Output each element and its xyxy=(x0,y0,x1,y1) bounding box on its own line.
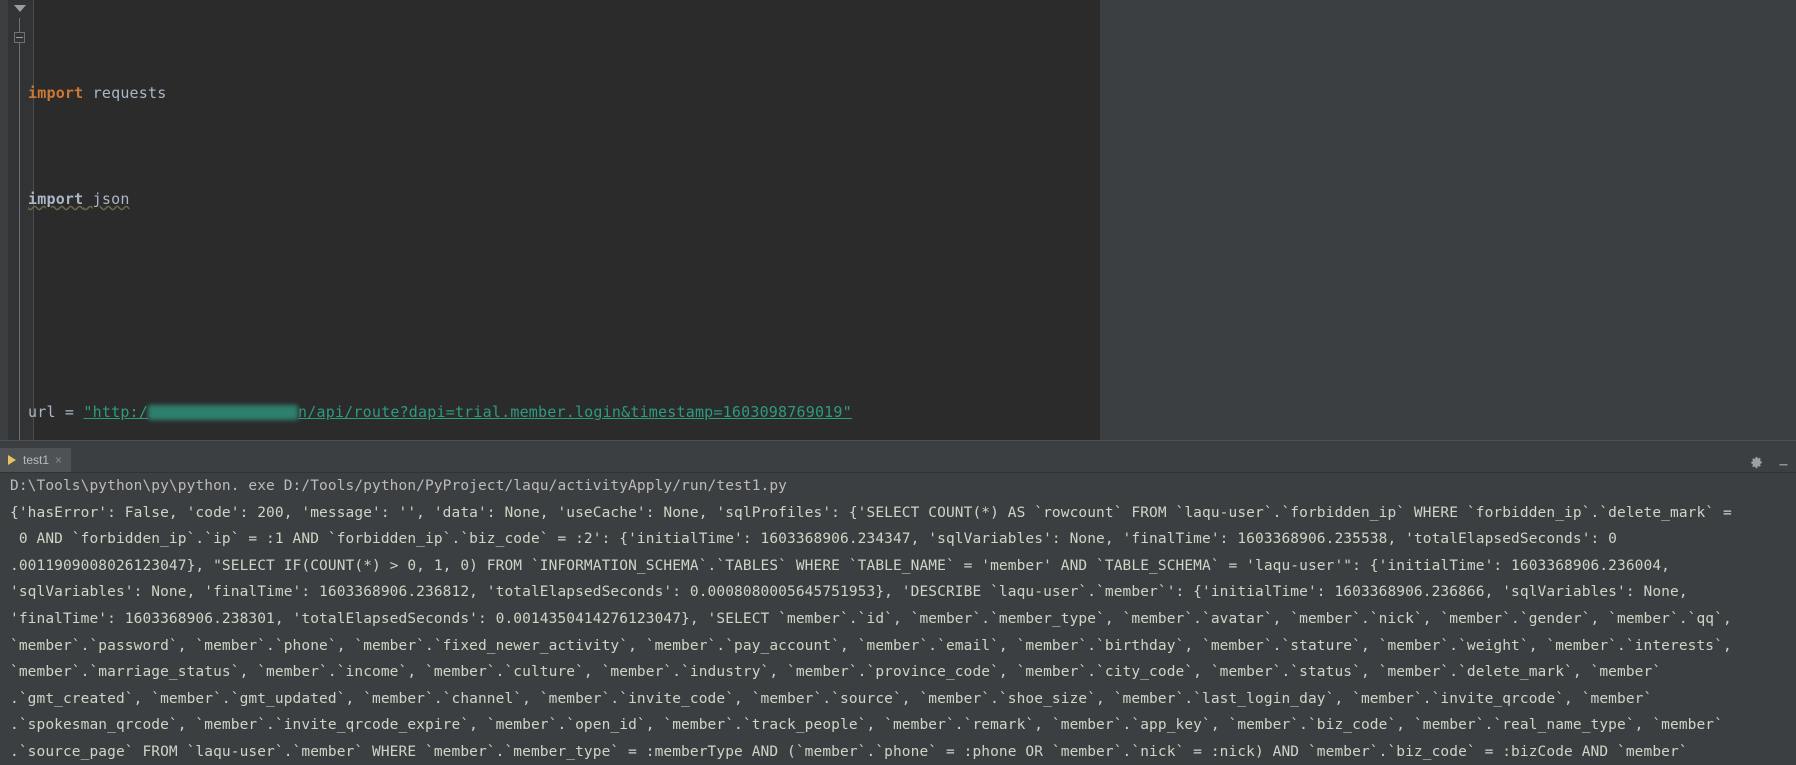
module-json: json xyxy=(92,190,130,209)
run-console-output[interactable]: D:\Tools\python\py\python. exe D:/Tools/… xyxy=(0,473,1796,765)
console-output-line: {'hasError': False, 'code': 200, 'messag… xyxy=(10,504,1732,521)
console-output-line: .0011909008026123047}, "SELECT IF(COUNT(… xyxy=(10,557,1670,574)
console-output-line: .`source_page` FROM `laqu-user`.`member`… xyxy=(10,743,1688,760)
run-tab-test1[interactable]: test1 × xyxy=(0,448,72,472)
code-line-4[interactable]: url = "http:/ n/api/route?dapi=trial.memb… xyxy=(16,399,1096,426)
code-text[interactable]: import requests import json url = "http:… xyxy=(16,0,1096,440)
code-line-1[interactable]: import requests xyxy=(16,80,1096,107)
console-output-line: 'sqlVariables': None, 'finalTime': 16033… xyxy=(10,584,1688,601)
redacted-host xyxy=(148,404,299,420)
gear-icon[interactable] xyxy=(1750,454,1763,468)
var-url: url xyxy=(28,402,56,421)
run-triangle-icon xyxy=(7,454,17,466)
editor-bottom-divider xyxy=(0,440,1796,441)
run-tabbar: test1 × xyxy=(0,448,1796,473)
url-quote-open: "http:/ xyxy=(83,402,149,421)
console-command-line: D:\Tools\python\py\python. exe D:/Tools/… xyxy=(10,478,788,494)
hide-panel-icon[interactable] xyxy=(1777,454,1790,467)
run-tab-tools xyxy=(1750,448,1790,472)
code-editor[interactable]: import requests import json url = "http:… xyxy=(8,0,1100,440)
close-icon[interactable]: × xyxy=(55,454,62,466)
console-output-line: .`spokesman_qrcode`, `member`.`invite_qr… xyxy=(10,717,1723,734)
run-tab-label: test1 xyxy=(23,453,50,467)
assign-op: = xyxy=(55,402,84,421)
console-output-line: `member`.`marriage_status`, `member`.`in… xyxy=(10,664,1662,681)
console-output-line: .`gmt_created`, `member`.`gmt_updated`, … xyxy=(10,690,1653,707)
code-line-2[interactable]: import json xyxy=(16,186,1096,213)
code-line-3-blank xyxy=(16,293,1096,320)
editor-right-empty-pane xyxy=(1100,0,1796,440)
url-tail: n/api/route?dapi=trial.member.login&time… xyxy=(298,402,852,421)
module-requests: requests xyxy=(92,83,167,102)
editor-area: import requests import json url = "http:… xyxy=(0,0,1796,448)
console-output-line: 'finalTime': 1603368906.238301, 'totalEl… xyxy=(10,610,1732,627)
run-tool-window: test1 × D:\Tools\python\py\python. exe D… xyxy=(0,448,1796,765)
keyword-import-2: import xyxy=(28,190,84,209)
pycharm-window: import requests import json url = "http:… xyxy=(0,0,1796,765)
console-output-line: `member`.`password`, `member`.`phone`, `… xyxy=(10,637,1732,654)
console-output-line: 0 AND `forbidden_ip`.`ip` = :1 AND `forb… xyxy=(10,531,1618,548)
keyword-import: import xyxy=(28,83,84,102)
